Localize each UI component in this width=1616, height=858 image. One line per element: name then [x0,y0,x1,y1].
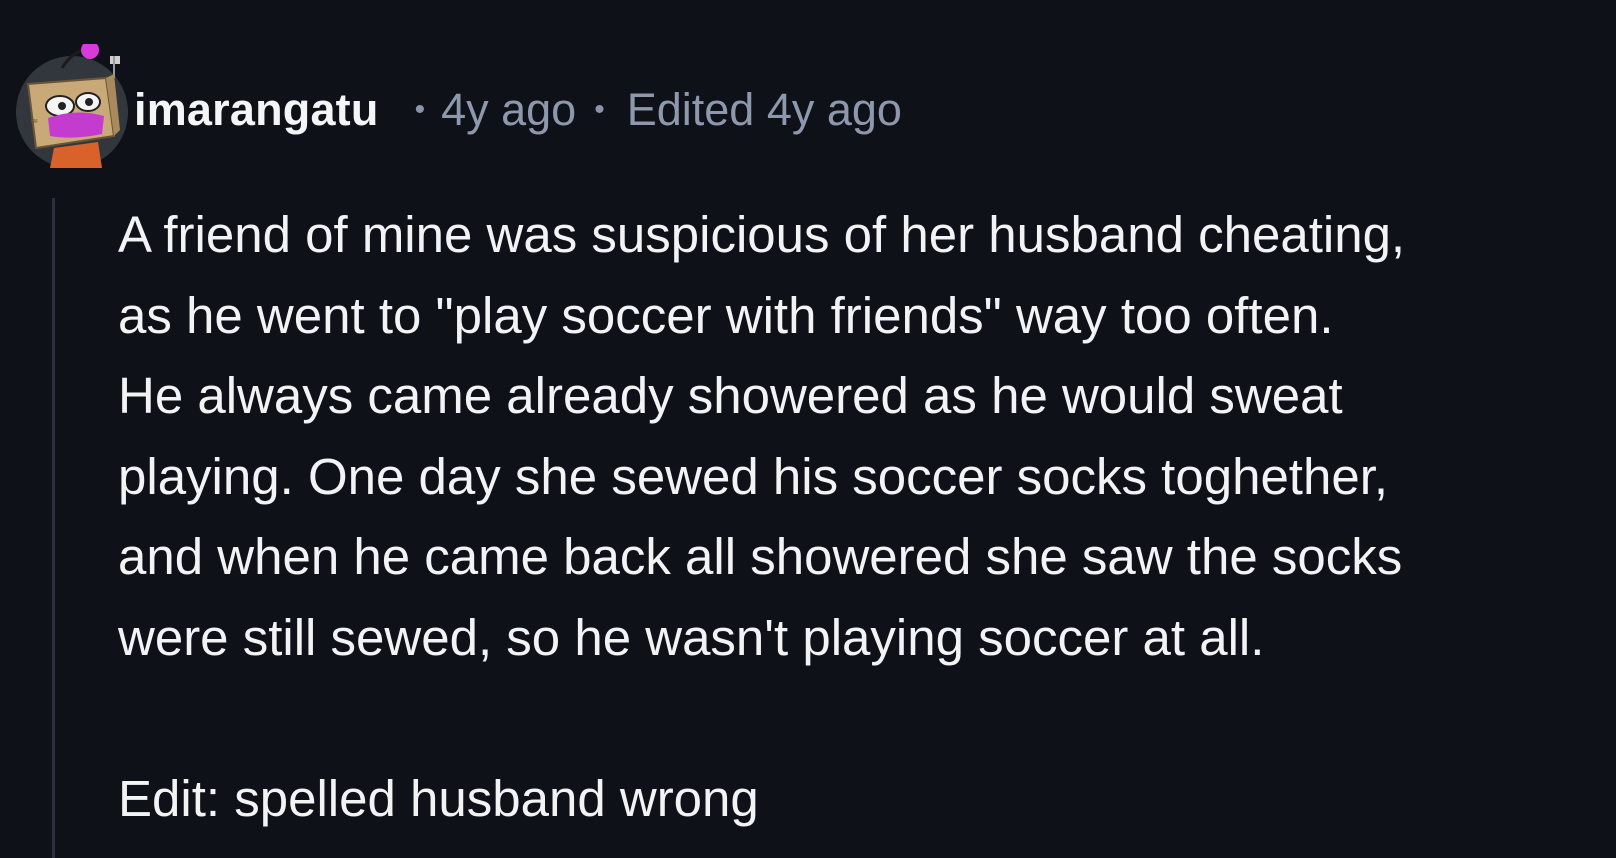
separator-dot: • [414,93,426,126]
comment-text-line: A friend of mine was suspicious of her h… [118,206,1406,263]
comment-text-line: playing. One day she sewed his soccer so… [118,447,1389,505]
comment: ≈ imarangatu • 4y ago • Edited 4y ago A … [0,0,1616,858]
edit-note: Edit: spelled husband wrong [118,769,759,827]
edited-timestamp: Edited 4y ago [626,84,902,135]
timestamp[interactable]: 4y ago [441,84,576,136]
comment-body: A friend of mine was suspicious of her h… [118,195,1598,839]
comment-text-line: and when he came back all showered she s… [118,528,1403,585]
separator-dot: • [594,93,605,126]
snoo-avatar-icon[interactable]: ≈ [10,44,128,168]
comment-text-line: were still sewed, so he wasn't playing s… [118,608,1265,666]
svg-text:≈: ≈ [30,116,38,127]
username[interactable]: imarangatu [134,84,379,136]
comment-header: imarangatu • 4y ago • Edited 4y ago [134,78,902,142]
comment-text-line: as he went to "play soccer with friends"… [118,286,1334,344]
thread-line[interactable] [52,198,55,858]
comment-text-line: He always came already showered as he wo… [118,367,1343,424]
